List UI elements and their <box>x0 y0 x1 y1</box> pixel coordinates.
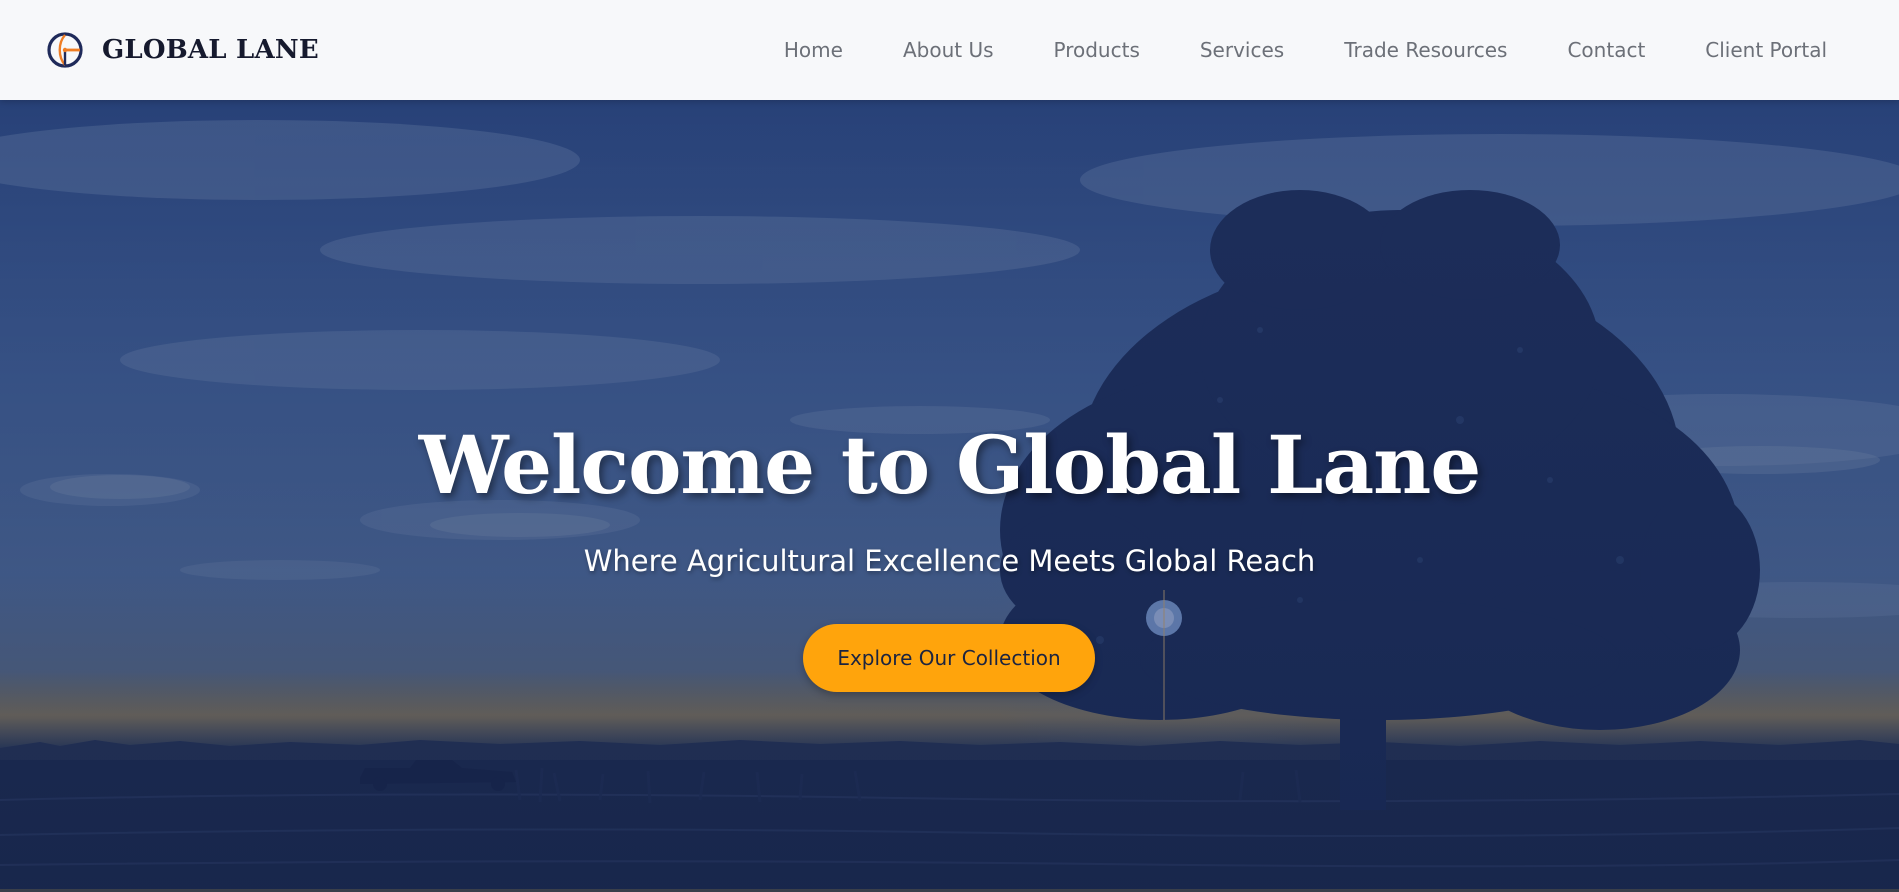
top-navbar: GLOBAL LANE Home About Us Products Servi… <box>0 0 1899 100</box>
page: GLOBAL LANE Home About Us Products Servi… <box>0 0 1899 892</box>
brand[interactable]: GLOBAL LANE <box>44 29 319 71</box>
nav-trade-resources[interactable]: Trade Resources <box>1344 38 1507 62</box>
nav-contact[interactable]: Contact <box>1567 38 1645 62</box>
nav-products[interactable]: Products <box>1054 38 1140 62</box>
hero-section: Welcome to Global Lane Where Agricultura… <box>0 100 1899 892</box>
compass-globe-logo-icon <box>47 32 83 68</box>
brand-name: GLOBAL LANE <box>102 35 319 65</box>
explore-collection-button[interactable]: Explore Our Collection <box>803 624 1095 692</box>
hero-title: Welcome to Global Lane <box>418 418 1481 512</box>
nav-client-portal[interactable]: Client Portal <box>1705 38 1827 62</box>
hero-subtitle: Where Agricultural Excellence Meets Glob… <box>583 544 1316 578</box>
nav-home[interactable]: Home <box>784 38 843 62</box>
main-nav: Home About Us Products Services Trade Re… <box>784 38 1827 62</box>
nav-about-us[interactable]: About Us <box>903 38 994 62</box>
nav-services[interactable]: Services <box>1200 38 1284 62</box>
hero-content: Welcome to Global Lane Where Agricultura… <box>0 100 1899 892</box>
